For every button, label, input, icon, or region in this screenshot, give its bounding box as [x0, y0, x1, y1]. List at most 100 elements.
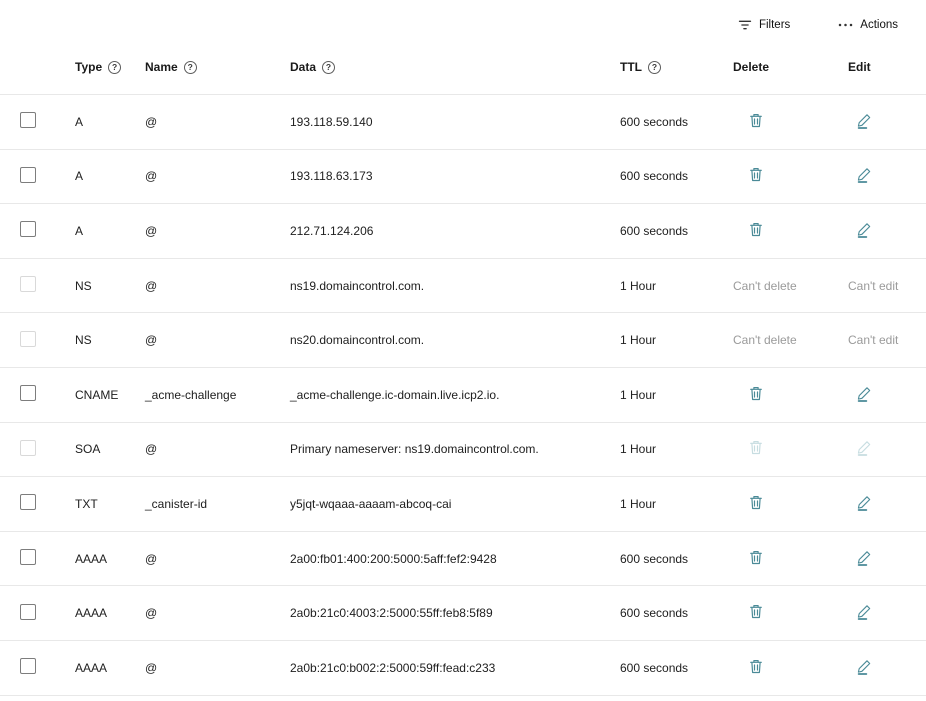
pencil-icon	[856, 549, 873, 569]
delete-button[interactable]	[748, 385, 764, 405]
row-checkbox	[20, 440, 36, 456]
edit-button[interactable]	[856, 112, 873, 132]
edit-button[interactable]	[856, 166, 873, 186]
record-name: @	[145, 442, 290, 456]
record-name: @	[145, 333, 290, 347]
record-name: @	[145, 661, 290, 675]
edit-button[interactable]	[856, 603, 873, 623]
pencil-icon	[856, 439, 873, 459]
record-data: Primary nameserver: ns19.domaincontrol.c…	[290, 442, 620, 456]
pencil-icon	[856, 658, 873, 678]
record-name: _canister-id	[145, 497, 290, 511]
cant-edit-label: Can't edit	[848, 279, 898, 293]
edit-button[interactable]	[856, 385, 873, 405]
record-ttl: 1 Hour	[620, 388, 730, 402]
row-checkbox[interactable]	[20, 112, 36, 128]
edit-cell: Can't edit	[845, 279, 926, 293]
record-ttl: 1 Hour	[620, 333, 730, 347]
pencil-icon	[856, 603, 873, 623]
record-ttl: 600 seconds	[620, 115, 730, 129]
trash-icon	[748, 439, 764, 459]
table-body: A @ 193.118.59.140 600 seconds A @ 193.1…	[0, 95, 926, 696]
column-header-delete: Delete	[730, 60, 845, 74]
record-ttl: 600 seconds	[620, 661, 730, 675]
record-data: 193.118.59.140	[290, 115, 620, 129]
row-checkbox[interactable]	[20, 658, 36, 674]
edit-cell	[845, 439, 926, 459]
filter-lines-icon	[738, 19, 752, 31]
edit-button	[856, 439, 873, 459]
record-type: A	[75, 115, 145, 129]
record-type: A	[75, 224, 145, 238]
delete-button[interactable]	[748, 603, 764, 623]
record-ttl: 600 seconds	[620, 606, 730, 620]
row-checkbox	[20, 276, 36, 292]
filters-button[interactable]: Filters	[738, 19, 790, 31]
record-type: CNAME	[75, 388, 145, 402]
delete-cell	[730, 439, 845, 459]
record-name: @	[145, 224, 290, 238]
table-row: A @ 212.71.124.206 600 seconds	[0, 204, 926, 259]
table-row: CNAME _acme-challenge _acme-challenge.ic…	[0, 368, 926, 423]
edit-cell: Can't edit	[845, 333, 926, 347]
record-type: AAAA	[75, 552, 145, 566]
delete-button[interactable]	[748, 494, 764, 514]
row-checkbox[interactable]	[20, 549, 36, 565]
row-checkbox[interactable]	[20, 604, 36, 620]
edit-cell	[845, 385, 926, 405]
delete-cell: Can't delete	[730, 333, 845, 347]
record-type: NS	[75, 279, 145, 293]
question-circle-icon[interactable]: ?	[648, 61, 661, 74]
pencil-icon	[856, 494, 873, 514]
table-row: AAAA @ 2a00:fb01:400:200:5000:5aff:fef2:…	[0, 532, 926, 587]
table-row: TXT _canister-id y5jqt-wqaaa-aaaam-abcoq…	[0, 477, 926, 532]
actions-button[interactable]: Actions	[838, 19, 898, 31]
edit-button[interactable]	[856, 658, 873, 678]
table-row: AAAA @ 2a0b:21c0:b002:2:5000:59ff:fead:c…	[0, 641, 926, 696]
trash-icon	[748, 549, 764, 569]
question-circle-icon[interactable]: ?	[322, 61, 335, 74]
cant-delete-label: Can't delete	[733, 333, 797, 347]
trash-icon	[748, 494, 764, 514]
delete-button[interactable]	[748, 549, 764, 569]
record-data: ns19.domaincontrol.com.	[290, 279, 620, 293]
row-checkbox[interactable]	[20, 221, 36, 237]
delete-cell	[730, 112, 845, 132]
edit-cell	[845, 494, 926, 514]
table-row: NS @ ns20.domaincontrol.com. 1 Hour Can'…	[0, 313, 926, 368]
row-checkbox[interactable]	[20, 385, 36, 401]
ellipsis-icon	[838, 23, 853, 27]
column-header-name: Name ?	[145, 60, 290, 74]
row-checkbox[interactable]	[20, 167, 36, 183]
delete-cell	[730, 603, 845, 623]
cant-delete-label: Can't delete	[733, 279, 797, 293]
delete-button[interactable]	[748, 221, 764, 241]
record-name: @	[145, 169, 290, 183]
record-name: _acme-challenge	[145, 388, 290, 402]
delete-button[interactable]	[748, 658, 764, 678]
delete-cell	[730, 494, 845, 514]
edit-cell	[845, 221, 926, 241]
record-data: _acme-challenge.ic-domain.live.icp2.io.	[290, 388, 620, 402]
record-ttl: 600 seconds	[620, 224, 730, 238]
question-circle-icon[interactable]: ?	[184, 61, 197, 74]
edit-button[interactable]	[856, 494, 873, 514]
delete-button[interactable]	[748, 112, 764, 132]
record-data: 193.118.63.173	[290, 169, 620, 183]
pencil-icon	[856, 112, 873, 132]
record-ttl: 600 seconds	[620, 169, 730, 183]
record-type: AAAA	[75, 606, 145, 620]
edit-cell	[845, 658, 926, 678]
edit-button[interactable]	[856, 221, 873, 241]
table-row: SOA @ Primary nameserver: ns19.domaincon…	[0, 423, 926, 478]
question-circle-icon[interactable]: ?	[108, 61, 121, 74]
column-header-ttl: TTL ?	[620, 60, 730, 74]
toolbar: Filters Actions	[0, 0, 926, 40]
delete-cell	[730, 221, 845, 241]
row-checkbox[interactable]	[20, 494, 36, 510]
delete-button[interactable]	[748, 166, 764, 186]
edit-button[interactable]	[856, 549, 873, 569]
record-type: SOA	[75, 442, 145, 456]
pencil-icon	[856, 166, 873, 186]
record-type: A	[75, 169, 145, 183]
